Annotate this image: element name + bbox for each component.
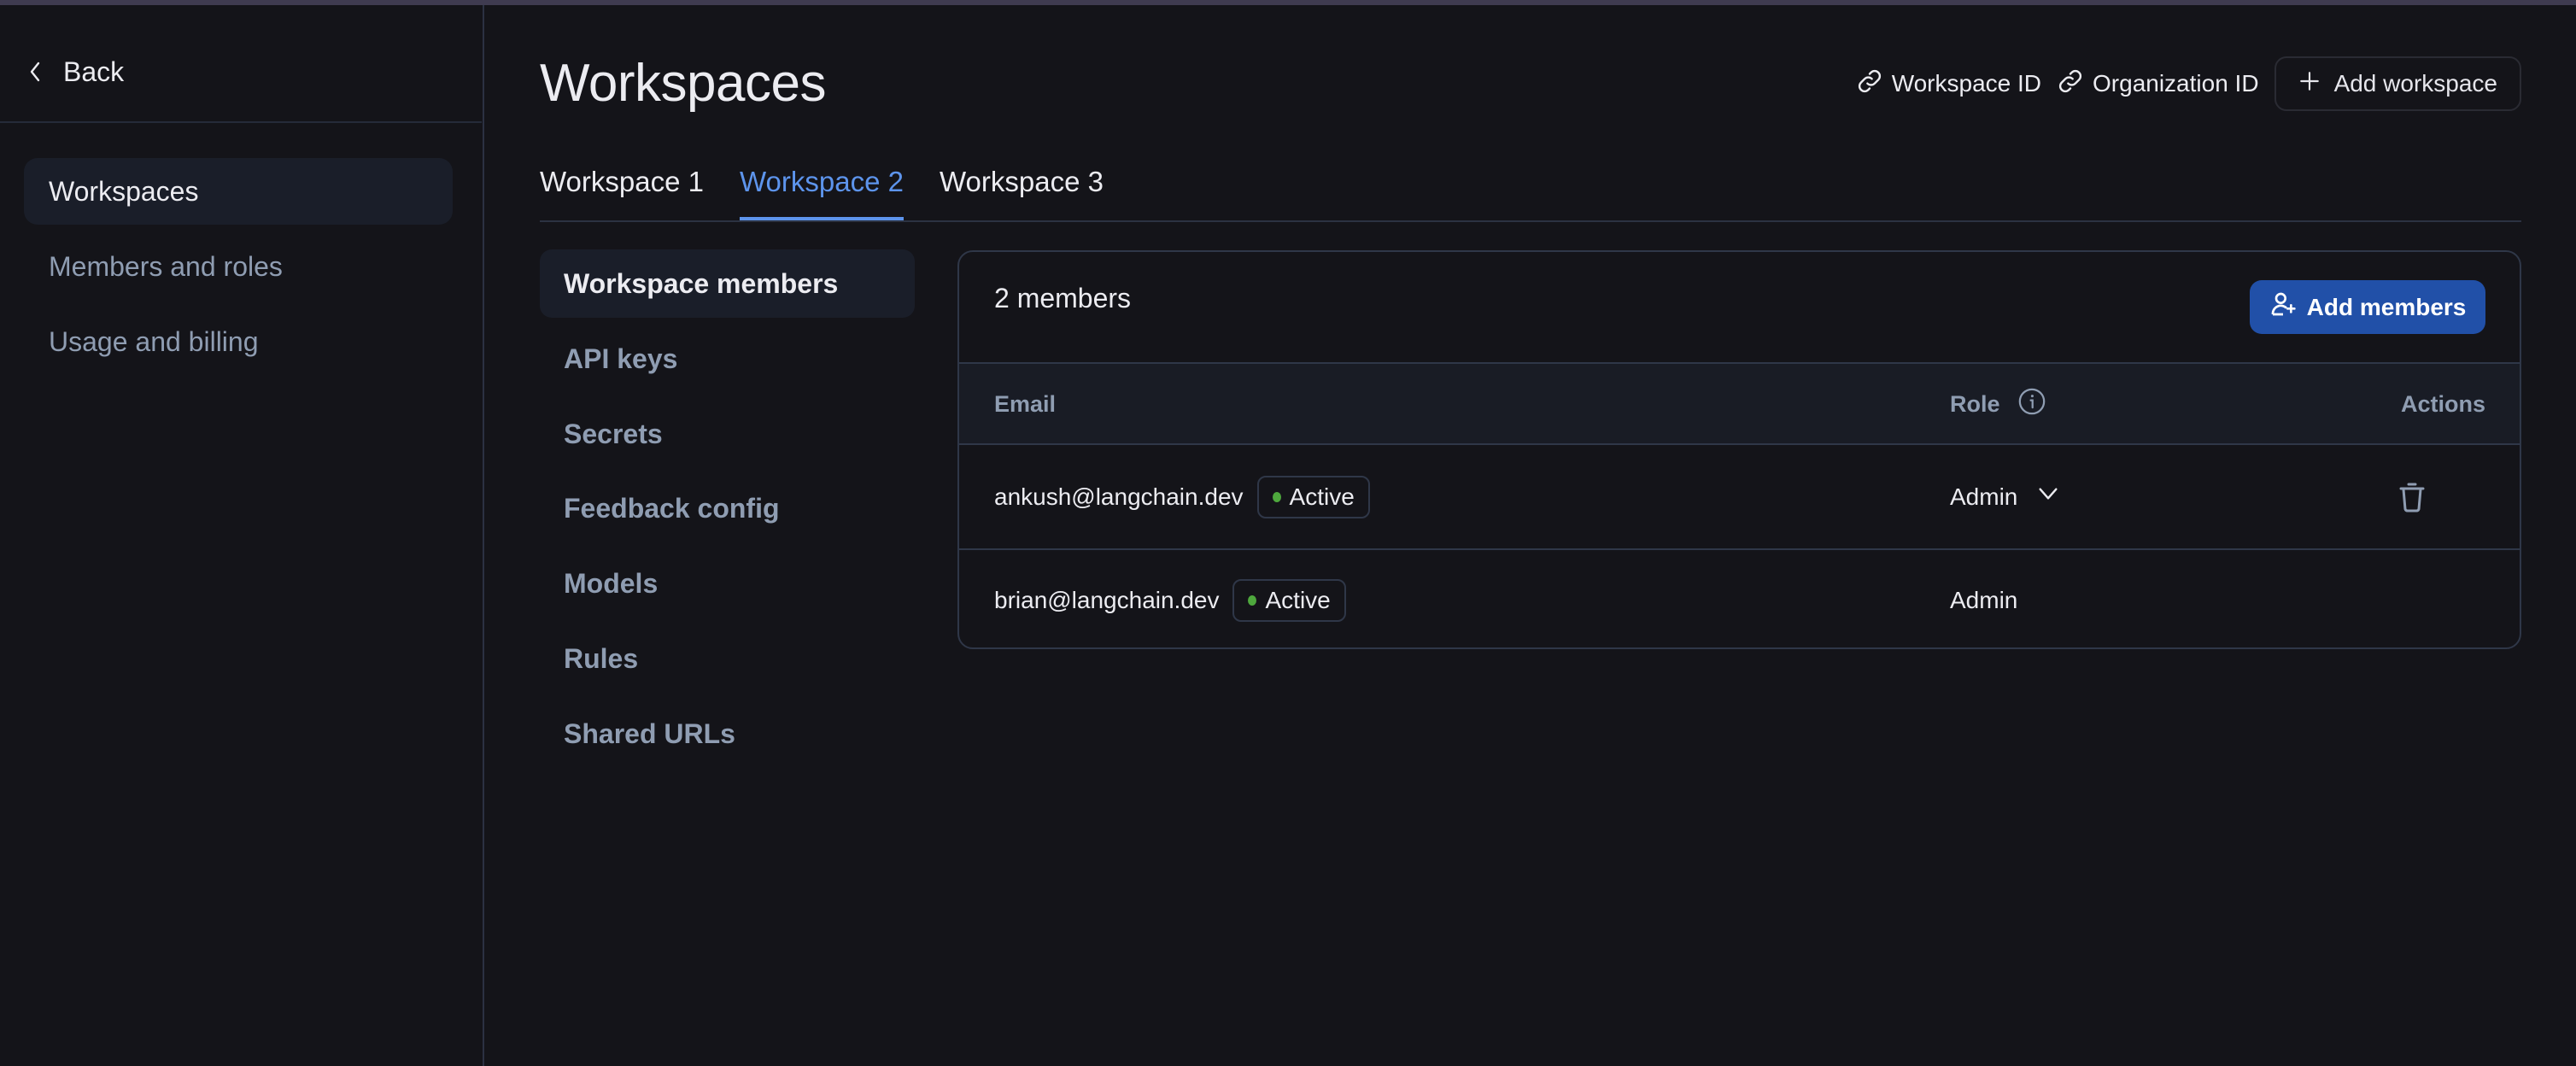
tab-workspace-3[interactable]: Workspace 3 [940,159,1104,220]
sidebar-item-workspaces[interactable]: Workspaces [24,158,453,225]
column-header-email: Email [994,391,1057,417]
back-button[interactable]: Back [26,48,124,96]
sidebar-item-usage-and-billing[interactable]: Usage and billing [24,308,453,375]
tab-workspace-2[interactable]: Workspace 2 [739,159,904,220]
status-label: Active [1289,483,1355,510]
info-icon[interactable] [2017,387,2046,422]
workspace-id-label: Workspace ID [1891,70,2042,97]
role-dropdown[interactable]: Admin [1950,445,2062,548]
back-label: Back [63,56,125,87]
members-count: 2 members [994,283,1132,313]
status-label: Active [1265,587,1331,613]
subnav-feedback-config[interactable]: Feedback config [540,474,915,542]
copy-organization-id-button[interactable]: Organization ID [2057,67,2259,101]
subnav-shared-urls[interactable]: Shared URLs [540,700,915,768]
delete-member-button[interactable] [2397,480,2427,514]
tabs-divider [540,220,2521,222]
link-icon [2057,67,2084,101]
add-workspace-label: Add workspace [2333,70,2497,97]
status-badge: Active [1232,579,1346,622]
members-table-header: Email Role Actions [959,362,2520,445]
actions-cell [2397,445,2427,548]
status-dot-icon [1272,491,1281,502]
add-workspace-button[interactable]: Add workspace [2274,56,2521,111]
sidebar-item-members-and-roles[interactable]: Members and roles [24,233,453,300]
role-cell: Admin [1950,550,2018,647]
subnav-secrets[interactable]: Secrets [540,400,915,468]
tab-workspace-1[interactable]: Workspace 1 [540,159,704,220]
chevron-left-icon [26,59,44,85]
table-row: ankush@langchain.dev Active Admin [959,445,2520,550]
link-icon [1856,67,1883,101]
subnav-api-keys[interactable]: API keys [540,325,915,393]
page-title: Workspaces [540,54,826,113]
workspace-tabs: Workspace 1 Workspace 2 Workspace 3 [540,159,1104,220]
role-header-label: Role [1950,391,2000,417]
column-header-actions: Actions [2400,391,2485,417]
copy-workspace-id-button[interactable]: Workspace ID [1856,67,2041,101]
email-cell: ankush@langchain.dev Active [994,445,1370,548]
sidebar: Back Workspaces Members and roles Usage … [0,5,484,1066]
role-value: Admin [1950,483,2018,510]
plus-icon [2298,70,2321,98]
add-members-label: Add members [2306,293,2467,320]
subnav-rules[interactable]: Rules [540,624,915,693]
header-actions: Workspace ID Organization ID Add workspa… [1856,56,2521,111]
member-email: ankush@langchain.dev [994,483,1244,510]
chevron-down-icon [2034,480,2062,513]
column-header-role: Role [1950,364,2046,445]
add-members-button[interactable]: Add members [2250,280,2485,334]
trash-icon [2399,483,2425,512]
role-value: Admin [1950,587,2018,613]
table-row: brian@langchain.dev Active Admin [959,550,2520,647]
email-cell: brian@langchain.dev Active [994,550,1346,647]
organization-id-label: Organization ID [2093,70,2259,97]
members-card-header: 2 members Add members [959,252,2520,362]
subnav-workspace-members[interactable]: Workspace members [540,249,915,318]
members-card: 2 members Add members Email Role Actions… [957,250,2521,649]
member-email: brian@langchain.dev [994,587,1220,613]
user-plus-icon [2269,290,2297,324]
subnav-models[interactable]: Models [540,549,915,618]
status-dot-icon [1248,595,1257,606]
status-badge: Active [1256,475,1370,518]
sidebar-divider [0,121,482,123]
